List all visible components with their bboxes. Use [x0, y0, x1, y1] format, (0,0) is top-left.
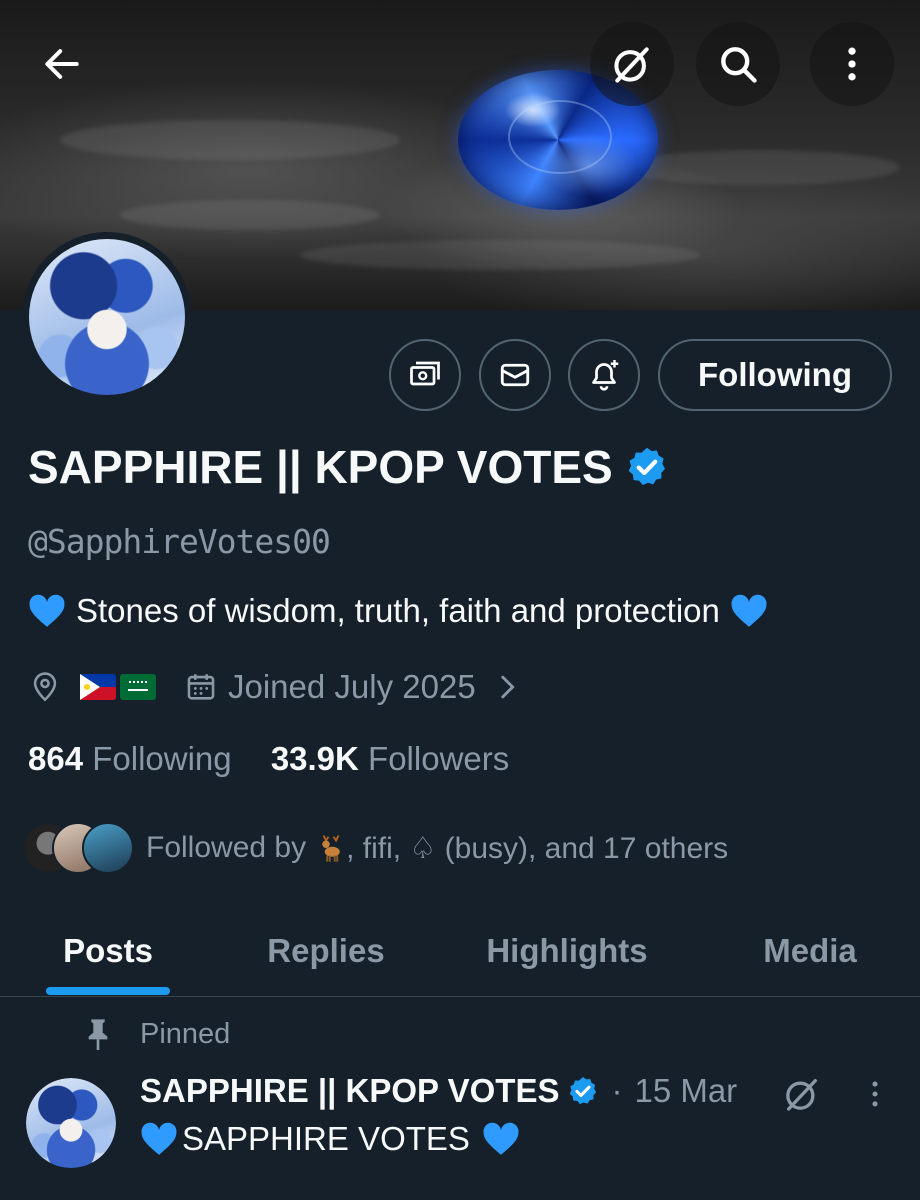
display-name-text: SAPPHIRE || KPOP VOTES [28, 441, 613, 493]
blue-heart-icon [141, 1122, 177, 1155]
post-text-content: SAPPHIRE VOTES [182, 1120, 470, 1157]
followers-stat[interactable]: 33.9K Followers [271, 740, 509, 777]
search-icon [721, 47, 757, 83]
followers-label: Followers [368, 740, 510, 777]
more-button[interactable] [810, 22, 894, 106]
blue-heart-icon [483, 1122, 519, 1155]
active-tab-indicator [46, 987, 170, 995]
post-separator: · [611, 1072, 623, 1109]
tab-highlights[interactable]: Highlights [462, 905, 672, 997]
philippines-flag-icon [80, 674, 116, 700]
post-header: SAPPHIRE || KPOP VOTES · 15 Mar [140, 1072, 737, 1110]
post-text: SAPPHIRE VOTES [140, 1120, 520, 1158]
saudi-arabia-flag-icon [120, 674, 156, 700]
notify-button[interactable] [568, 339, 640, 411]
tab-replies[interactable]: Replies [244, 905, 408, 997]
followed-by-rest: , fifi, ♤ (busy), and 17 others [346, 831, 729, 865]
verified-badge-icon [570, 1077, 597, 1105]
calendar-icon [187, 674, 215, 700]
post-date[interactable]: 15 Mar [634, 1072, 737, 1110]
bio-text: Stones of wisdom, truth, faith and prote… [76, 592, 720, 629]
following-label: Following [92, 740, 232, 777]
profile-handle: @SapphireVotes00 [28, 522, 331, 561]
mail-icon [500, 363, 530, 387]
arrow-left-icon [45, 49, 79, 79]
verified-badge-icon [628, 447, 665, 485]
post-author-avatar[interactable] [26, 1078, 116, 1168]
display-name: SAPPHIRE || KPOP VOTES [28, 440, 669, 494]
profile-avatar[interactable] [22, 232, 192, 402]
following-button[interactable]: Following [658, 339, 892, 411]
pinned-label: Pinned [140, 1017, 231, 1050]
follow-stats: 864 Following 33.9K Followers [28, 740, 509, 778]
subscribe-button[interactable] [389, 339, 461, 411]
pin-icon [88, 1019, 108, 1050]
tab-media[interactable]: Media [740, 905, 880, 997]
profile-meta: Joined July 2025 [28, 668, 524, 706]
message-button[interactable] [479, 339, 551, 411]
search-button[interactable] [696, 22, 780, 106]
grok-icon [614, 47, 649, 83]
avatar-image [26, 1078, 116, 1168]
pinned-indicator: Pinned [82, 1016, 230, 1052]
profile-bio: Stones of wisdom, truth, faith and prote… [28, 592, 768, 630]
following-count: 864 [28, 740, 84, 777]
back-button[interactable] [20, 22, 104, 106]
following-stat[interactable]: 864 Following [28, 740, 232, 777]
more-vertical-icon[interactable] [858, 1074, 892, 1114]
money-icon [410, 361, 440, 386]
followed-by-prefix: Followed by [146, 831, 307, 864]
post-author-name[interactable]: SAPPHIRE || KPOP VOTES [140, 1072, 559, 1110]
grok-icon[interactable] [782, 1074, 822, 1114]
more-vertical-icon [848, 47, 856, 81]
avatar-image [29, 239, 185, 395]
grok-button[interactable] [590, 22, 674, 106]
profile-tabs: Posts Replies Highlights Media [0, 905, 920, 997]
joined-date: Joined July 2025 [228, 668, 476, 705]
follower-avatar [82, 822, 134, 874]
location-pin-icon [33, 672, 57, 702]
followers-count: 33.9K [270, 740, 359, 777]
followed-by-row[interactable]: Followed by , fifi, ♤ (busy), and 17 oth… [22, 822, 728, 874]
tab-posts[interactable]: Posts [40, 905, 176, 997]
blue-heart-icon [731, 594, 767, 627]
blue-heart-icon [29, 594, 65, 627]
deer-icon [322, 835, 340, 862]
chevron-right-icon[interactable] [490, 670, 524, 704]
bell-plus-icon [592, 360, 619, 391]
